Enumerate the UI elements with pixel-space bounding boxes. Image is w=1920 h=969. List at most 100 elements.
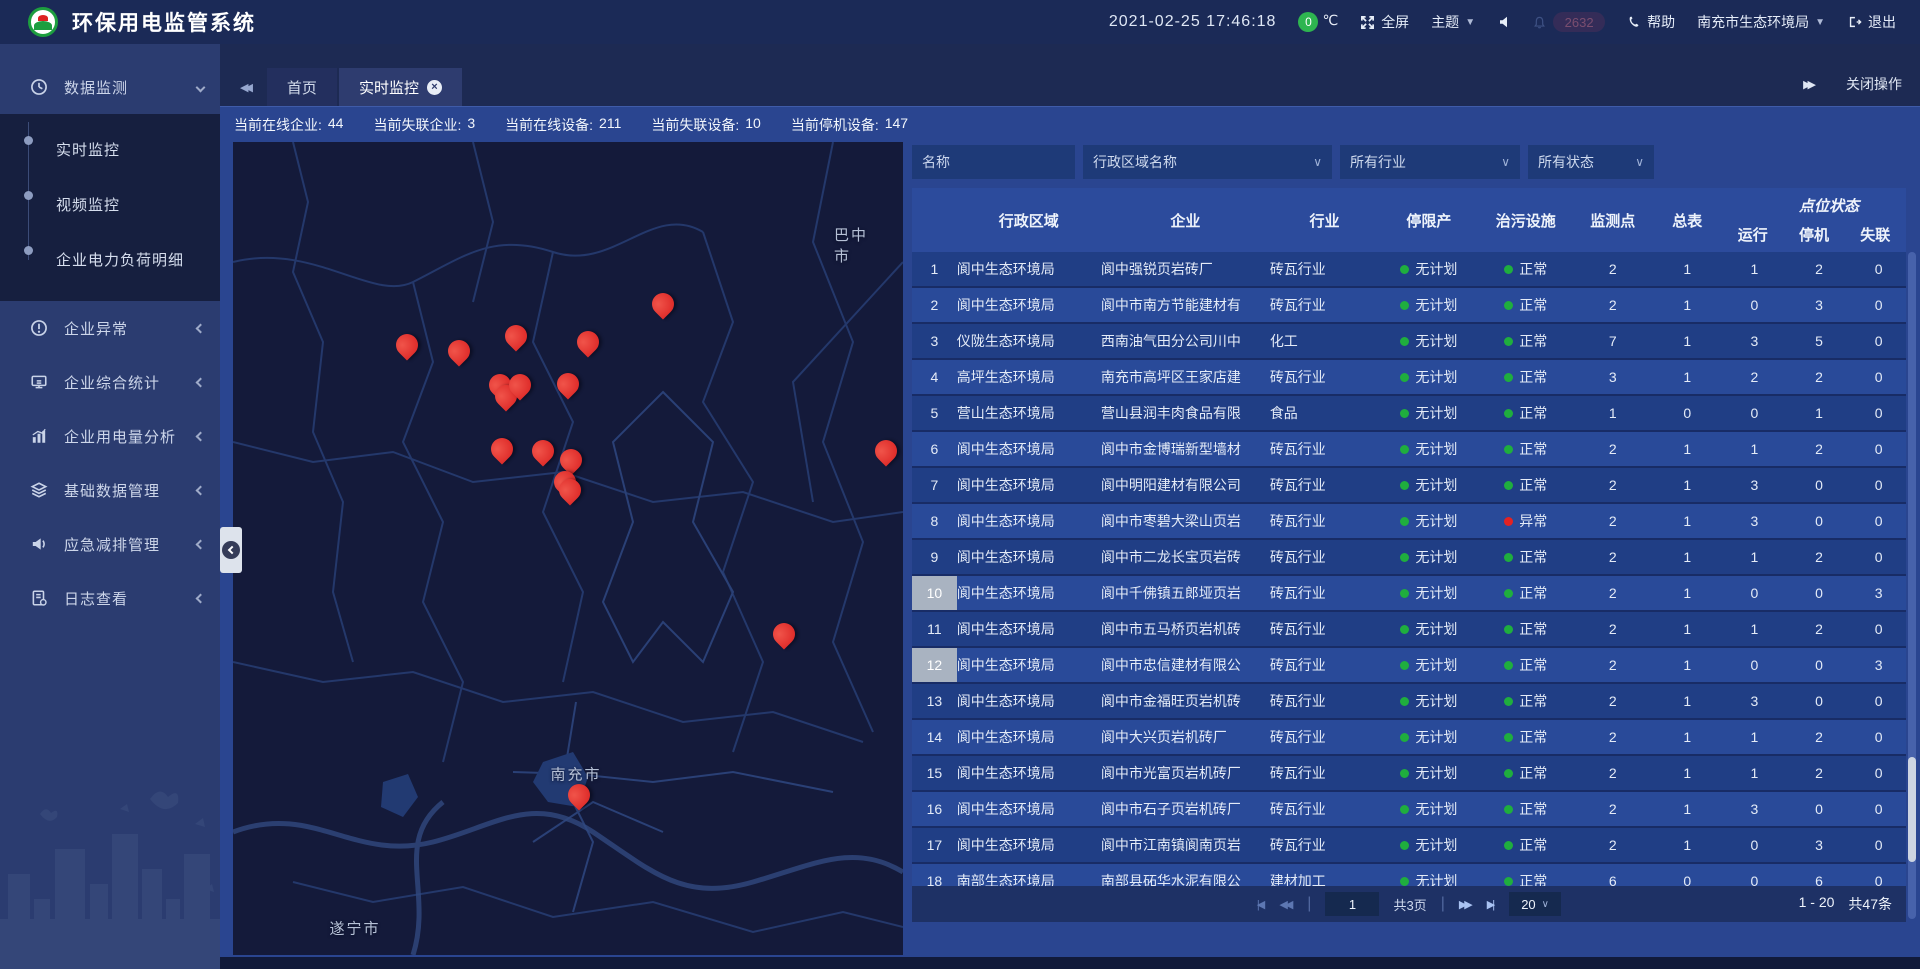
industry-select[interactable]: 所有行业 ∨ bbox=[1340, 145, 1520, 179]
close-operations-button[interactable]: 关闭操作 bbox=[1846, 74, 1902, 94]
cell-meter: 1 bbox=[1683, 333, 1691, 349]
cell-offline: 0 bbox=[1875, 765, 1883, 781]
pagination-bar: |◀ ◀◀ | 1 共3页 | ▶▶ ▶| 20 ∨ 1 - 20 共47条 bbox=[912, 886, 1906, 922]
cell-region: 阆中生态环境局 bbox=[957, 657, 1055, 673]
cell-stop: 0 bbox=[1815, 801, 1823, 817]
tab-realtime-monitor[interactable]: 实时监控 × bbox=[339, 68, 462, 106]
table-row[interactable]: 10阆中生态环境局阆中千佛镇五郎垭页岩砖瓦行业无计划正常21003 bbox=[912, 576, 1906, 612]
point-status-label: 点位状态 bbox=[1722, 195, 1906, 216]
scrollbar-thumb[interactable] bbox=[1908, 757, 1916, 862]
cell-production: 无计划 bbox=[1415, 547, 1457, 567]
chart-icon bbox=[30, 427, 50, 445]
cell-company: 阆中明阳建材有限公司 bbox=[1101, 477, 1241, 493]
cell-production: 无计划 bbox=[1415, 259, 1457, 279]
first-page-icon[interactable]: |◀ bbox=[1257, 898, 1265, 911]
col-meter: 总表 bbox=[1652, 188, 1722, 252]
table-row[interactable]: 15阆中生态环境局阆中市光富页岩机砖厂砖瓦行业无计划正常21120 bbox=[912, 756, 1906, 792]
cell-meter: 1 bbox=[1683, 621, 1691, 637]
sidebar-item-0[interactable]: 数据监测 bbox=[0, 60, 220, 114]
cell-production: 无计划 bbox=[1415, 295, 1457, 315]
table-scrollbar[interactable] bbox=[1908, 252, 1916, 919]
table-row[interactable]: 7阆中生态环境局阆中明阳建材有限公司砖瓦行业无计划正常21300 bbox=[912, 468, 1906, 504]
cell-monitor: 2 bbox=[1609, 765, 1617, 781]
table-row[interactable]: 3仪陇生态环境局西南油气田分公司川中化工无计划正常71350 bbox=[912, 324, 1906, 360]
table-row[interactable]: 12阆中生态环境局阆中市忠信建材有限公砖瓦行业无计划正常21003 bbox=[912, 648, 1906, 684]
sidebar-item-4[interactable]: 基础数据管理 bbox=[0, 463, 220, 517]
sidebar-item-1[interactable]: 企业异常 bbox=[0, 301, 220, 355]
cell-monitor: 6 bbox=[1609, 873, 1617, 886]
cell-offline: 0 bbox=[1875, 297, 1883, 313]
cell-run: 2 bbox=[1750, 369, 1758, 385]
sidebar-item-6[interactable]: 日志查看 bbox=[0, 571, 220, 625]
phone-icon bbox=[1627, 15, 1641, 29]
cell-stop: 1 bbox=[1815, 405, 1823, 421]
fullscreen-button[interactable]: 全屏 bbox=[1360, 12, 1409, 32]
tabs-scroll-right-icon[interactable]: ▶▶ bbox=[1803, 78, 1816, 91]
page-number-input[interactable]: 1 bbox=[1325, 892, 1379, 916]
table-row[interactable]: 1阆中生态环境局阆中强锐页岩砖厂砖瓦行业无计划正常21120 bbox=[912, 252, 1906, 288]
map-panel[interactable]: 巴中市南充市遂宁市 bbox=[233, 142, 903, 955]
cell-company: 阆中大兴页岩机砖厂 bbox=[1101, 729, 1227, 745]
sidebar-subitem-0-2[interactable]: 企业电力负荷明细 bbox=[0, 232, 220, 287]
tab-home[interactable]: 首页 bbox=[267, 68, 337, 106]
prev-page-icon[interactable]: ◀◀ bbox=[1279, 898, 1293, 911]
cell-run: 3 bbox=[1750, 693, 1758, 709]
cell-industry: 砖瓦行业 bbox=[1270, 585, 1326, 601]
table-row[interactable]: 2阆中生态环境局阆中市南方节能建材有砖瓦行业无计划正常21030 bbox=[912, 288, 1906, 324]
cell-stop: 6 bbox=[1815, 873, 1823, 886]
sidebar-subitem-0-1[interactable]: 视频监控 bbox=[0, 177, 220, 232]
panel-collapse-button[interactable] bbox=[220, 527, 242, 573]
organization-menu[interactable]: 南充市生态环境局 ▼ bbox=[1697, 12, 1825, 32]
log-icon bbox=[30, 589, 50, 607]
chevron-left-icon bbox=[196, 323, 206, 333]
row-index: 2 bbox=[912, 288, 957, 322]
sidebar-item-2[interactable]: 企业综合统计 bbox=[0, 355, 220, 409]
cell-region: 阆中生态环境局 bbox=[957, 513, 1055, 529]
logout-button[interactable]: 退出 bbox=[1847, 12, 1896, 32]
table-row[interactable]: 14阆中生态环境局阆中大兴页岩机砖厂砖瓦行业无计划正常21120 bbox=[912, 720, 1906, 756]
table-row[interactable]: 17阆中生态环境局阆中市江南镇阆南页岩砖瓦行业无计划正常21030 bbox=[912, 828, 1906, 864]
tab-bar: ◀◀ 首页 实时监控 × ▶▶ 关闭操作 bbox=[220, 44, 1920, 106]
app-logo-icon bbox=[28, 7, 58, 37]
stat-offline-devices: 当前失联设备:10 bbox=[651, 115, 760, 135]
table-row[interactable]: 9阆中生态环境局阆中市二龙长宝页岩砖砖瓦行业无计划正常21120 bbox=[912, 540, 1906, 576]
table-row[interactable]: 5营山生态环境局营山县润丰肉食品有限食品无计划正常10010 bbox=[912, 396, 1906, 432]
page-size-select[interactable]: 20 ∨ bbox=[1509, 892, 1561, 916]
notification-badge: 2632 bbox=[1553, 12, 1605, 32]
cell-region: 阆中生态环境局 bbox=[957, 621, 1055, 637]
table-row[interactable]: 8阆中生态环境局阆中市枣碧大梁山页岩砖瓦行业无计划异常21300 bbox=[912, 504, 1906, 540]
sidebar-item-5[interactable]: 应急减排管理 bbox=[0, 517, 220, 571]
sidebar-item-3[interactable]: 企业用电量分析 bbox=[0, 409, 220, 463]
status-dot-icon bbox=[1504, 373, 1513, 382]
table-row[interactable]: 11阆中生态环境局阆中市五马桥页岩机砖砖瓦行业无计划正常21120 bbox=[912, 612, 1906, 648]
sidebar-subitem-0-0[interactable]: 实时监控 bbox=[0, 122, 220, 177]
region-select[interactable]: 行政区域名称 ∨ bbox=[1083, 145, 1332, 179]
cell-stop: 0 bbox=[1815, 585, 1823, 601]
cell-monitor: 2 bbox=[1609, 549, 1617, 565]
mute-button[interactable] bbox=[1497, 15, 1510, 29]
table-row[interactable]: 18南部生态环境局南部县砳华水泥有限公建材加工无计划正常60060 bbox=[912, 864, 1906, 886]
notifications[interactable]: 2632 bbox=[1532, 12, 1605, 32]
tabs-scroll-left-icon[interactable]: ◀◀ bbox=[240, 81, 249, 94]
cell-industry: 建材加工 bbox=[1270, 873, 1326, 886]
status-dot-icon bbox=[1400, 337, 1409, 346]
cell-industry: 食品 bbox=[1270, 405, 1298, 421]
next-page-icon[interactable]: ▶▶ bbox=[1459, 898, 1473, 911]
cell-region: 阆中生态环境局 bbox=[957, 441, 1055, 457]
cell-facility: 正常 bbox=[1519, 475, 1547, 495]
table-row[interactable]: 16阆中生态环境局阆中市石子页岩机砖厂砖瓦行业无计划正常21300 bbox=[912, 792, 1906, 828]
status-dot-icon bbox=[1504, 265, 1513, 274]
cell-production: 无计划 bbox=[1415, 439, 1457, 459]
table-row[interactable]: 6阆中生态环境局阆中市金博瑞新型墙材砖瓦行业无计划正常21120 bbox=[912, 432, 1906, 468]
status-dot-icon bbox=[1504, 625, 1513, 634]
help-button[interactable]: 帮助 bbox=[1627, 12, 1675, 32]
theme-menu[interactable]: 主题 ▼ bbox=[1431, 12, 1475, 32]
tab-close-icon[interactable]: × bbox=[427, 80, 442, 95]
name-search-input[interactable] bbox=[912, 145, 1075, 179]
last-page-icon[interactable]: ▶| bbox=[1487, 898, 1495, 911]
table-row[interactable]: 4高坪生态环境局南充市高坪区王家店建砖瓦行业无计划正常31220 bbox=[912, 360, 1906, 396]
status-select[interactable]: 所有状态 ∨ bbox=[1528, 145, 1654, 179]
table-row[interactable]: 13阆中生态环境局阆中市金福旺页岩机砖砖瓦行业无计划正常21300 bbox=[912, 684, 1906, 720]
col-index bbox=[912, 188, 957, 252]
cell-industry: 砖瓦行业 bbox=[1270, 765, 1326, 781]
